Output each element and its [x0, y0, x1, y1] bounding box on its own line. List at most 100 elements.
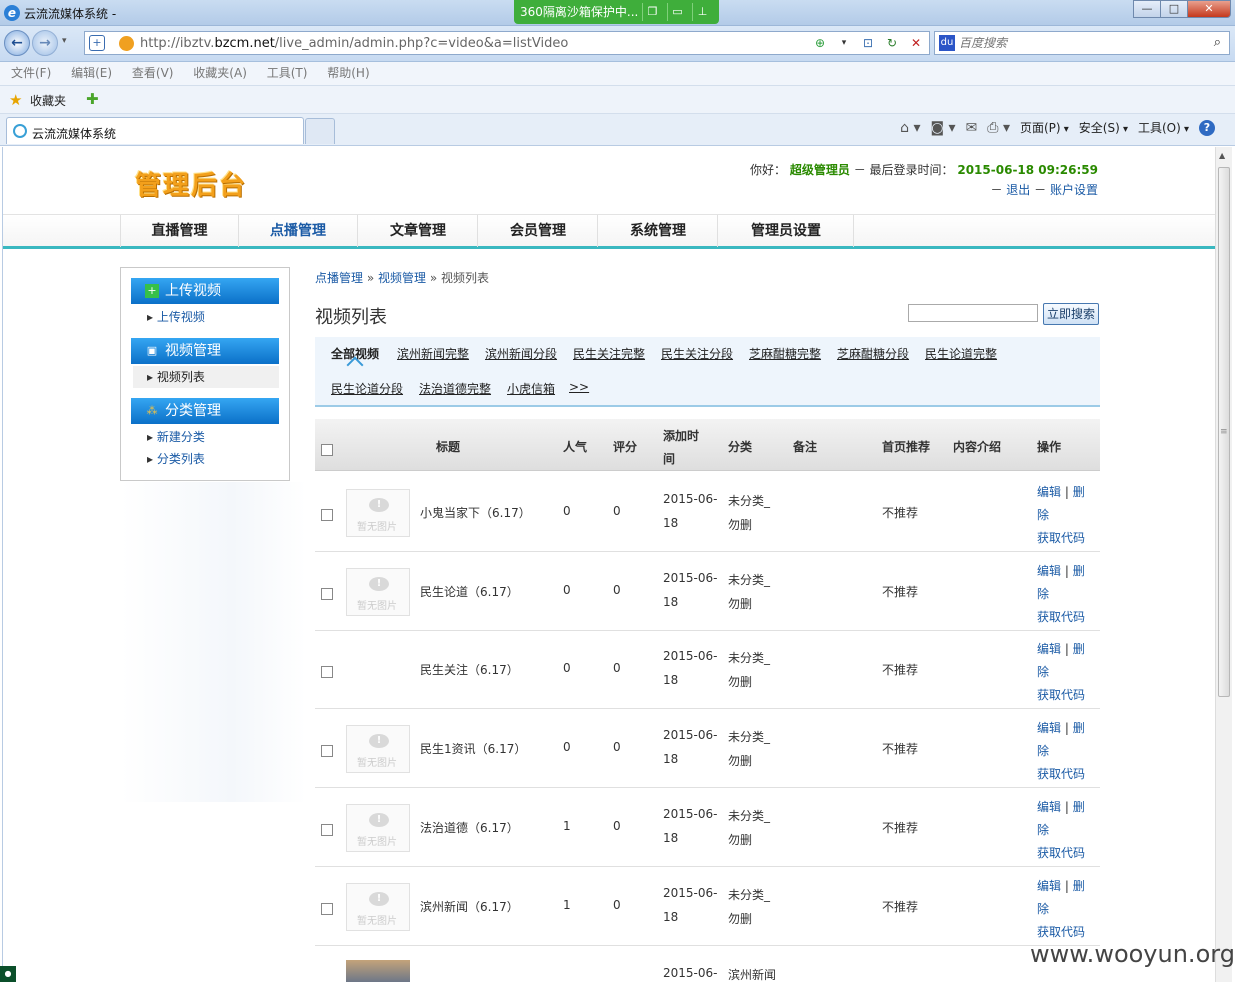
delete-link[interactable]: 删: [1073, 564, 1085, 578]
filter-item[interactable]: 小虎信箱: [507, 380, 555, 397]
video-thumbnail[interactable]: ! 暂无图片: [346, 489, 410, 537]
sidebar-item-category-list[interactable]: 分类列表: [147, 450, 205, 467]
row-checkbox[interactable]: [321, 745, 333, 758]
get-code-link[interactable]: 获取代码: [1037, 767, 1085, 781]
sidebar-head-category[interactable]: ⁂ 分类管理: [131, 398, 279, 424]
filter-item[interactable]: 民生论道分段: [331, 380, 403, 397]
history-dropdown-icon[interactable]: ▾: [62, 36, 67, 46]
refresh-icon[interactable]: ↻: [883, 35, 901, 51]
video-thumbnail[interactable]: ! 暂无图片: [346, 567, 410, 616]
delete-link[interactable]: 除: [1037, 587, 1049, 601]
row-checkbox[interactable]: [321, 823, 333, 836]
sandbox-indicator[interactable]: 360隔离沙箱保护中... ❐ ▭ ⊥: [514, 0, 719, 24]
stop-icon[interactable]: ✕: [907, 35, 925, 51]
filter-item[interactable]: 民生关注完整: [573, 345, 645, 362]
select-all-checkbox[interactable]: [321, 444, 333, 456]
delete-link[interactable]: 删: [1073, 642, 1085, 656]
filter-item[interactable]: 芝麻酣糖完整: [749, 345, 821, 362]
get-code-link[interactable]: 获取代码: [1037, 531, 1085, 545]
filter-item[interactable]: 芝麻酣糖分段: [837, 345, 909, 362]
delete-link[interactable]: 删: [1073, 879, 1085, 893]
tools-menu[interactable]: 工具(O): [1138, 119, 1189, 136]
nav-vod[interactable]: 点播管理: [239, 215, 358, 247]
edit-link[interactable]: 编辑: [1037, 485, 1061, 499]
video-search-input[interactable]: [908, 304, 1038, 322]
filter-item[interactable]: 滨州新闻完整: [397, 345, 469, 362]
nav-members[interactable]: 会员管理: [479, 215, 598, 247]
video-thumbnail[interactable]: [346, 960, 410, 982]
addon-icon[interactable]: ⊕: [811, 35, 829, 51]
feeds-icon[interactable]: ◙ ▾: [931, 120, 956, 136]
add-favorite-icon[interactable]: ✚: [86, 90, 99, 108]
nav-articles[interactable]: 文章管理: [359, 215, 478, 247]
compat-view-icon[interactable]: ⊡: [859, 35, 877, 51]
row-checkbox[interactable]: [321, 509, 333, 521]
tab-active[interactable]: 云流流媒体系统: [6, 117, 304, 144]
filter-item[interactable]: 滨州新闻分段: [485, 345, 557, 362]
sidebar-head-video[interactable]: ▣ 视频管理: [131, 338, 279, 364]
edit-link[interactable]: 编辑: [1037, 879, 1061, 893]
get-code-link[interactable]: 获取代码: [1037, 925, 1085, 939]
mail-icon[interactable]: ✉: [966, 120, 978, 136]
get-code-link[interactable]: 获取代码: [1037, 688, 1085, 702]
video-thumbnail[interactable]: ! 暂无图片: [346, 882, 410, 931]
get-code-link[interactable]: 获取代码: [1037, 846, 1085, 860]
favorites-star-icon[interactable]: ★: [9, 91, 22, 109]
delete-link[interactable]: 除: [1037, 744, 1049, 758]
back-button[interactable]: ←: [4, 30, 30, 56]
nav-live[interactable]: 直播管理: [120, 215, 239, 247]
url-text[interactable]: http://ibztv.bzcm.net/live_admin/admin.p…: [140, 36, 568, 51]
delete-link[interactable]: 删: [1073, 721, 1085, 735]
safety-menu[interactable]: 安全(S): [1079, 119, 1128, 136]
page-menu[interactable]: 页面(P): [1020, 119, 1069, 136]
print-icon[interactable]: ⎙ ▾: [987, 120, 1010, 136]
minimize-button[interactable]: —: [1133, 0, 1161, 18]
favorites-button[interactable]: 收藏夹: [30, 92, 66, 109]
vertical-scrollbar[interactable]: ▲ ≡: [1215, 147, 1232, 982]
crumb-vod[interactable]: 点播管理: [315, 271, 363, 285]
delete-link[interactable]: 除: [1037, 902, 1049, 916]
edit-link[interactable]: 编辑: [1037, 564, 1061, 578]
row-checkbox[interactable]: [321, 666, 333, 679]
row-checkbox[interactable]: [321, 587, 333, 600]
edit-link[interactable]: 编辑: [1037, 721, 1061, 735]
logout-link[interactable]: 退出: [1006, 183, 1030, 197]
account-settings-link[interactable]: 账户设置: [1050, 183, 1098, 197]
taskbar-corner-icon[interactable]: ●: [0, 966, 16, 982]
sidebar-head-upload[interactable]: + 上传视频: [131, 278, 279, 304]
sandbox-pin-icon[interactable]: ⊥: [692, 3, 712, 21]
video-thumbnail[interactable]: ! 暂无图片: [346, 803, 410, 852]
filter-item[interactable]: 法治道德完整: [419, 380, 491, 397]
get-code-link[interactable]: 获取代码: [1037, 610, 1085, 624]
search-now-button[interactable]: 立即搜索: [1043, 303, 1099, 325]
delete-link[interactable]: 删: [1073, 485, 1085, 499]
filter-more[interactable]: >>: [569, 380, 589, 394]
maximize-button[interactable]: □: [1160, 0, 1188, 18]
search-icon[interactable]: ⌕: [1214, 35, 1221, 50]
new-tab-button[interactable]: [305, 118, 335, 144]
edit-link[interactable]: 编辑: [1037, 800, 1061, 814]
row-checkbox[interactable]: [321, 902, 333, 915]
url-dropdown-icon[interactable]: ▾: [835, 35, 853, 51]
sandbox-copy-icon[interactable]: ❐: [642, 3, 662, 21]
search-input[interactable]: [959, 34, 1199, 52]
video-thumbnail[interactable]: ! 暂无图片: [346, 725, 410, 774]
menu-tools[interactable]: 工具(T): [267, 62, 308, 85]
delete-link[interactable]: 除: [1037, 508, 1049, 522]
home-icon[interactable]: ⌂ ▾: [900, 120, 920, 136]
menu-view[interactable]: 查看(V): [132, 62, 174, 85]
sidebar-item-new-category[interactable]: 新建分类: [147, 428, 205, 445]
help-icon[interactable]: ?: [1199, 119, 1215, 136]
sidebar-item-video-list[interactable]: 视频列表: [133, 366, 279, 388]
menu-edit[interactable]: 编辑(E): [71, 62, 112, 85]
scroll-up-icon[interactable]: ▲: [1219, 151, 1225, 160]
forward-button[interactable]: →: [32, 30, 58, 56]
delete-link[interactable]: 除: [1037, 823, 1049, 837]
nav-system[interactable]: 系统管理: [599, 215, 718, 247]
filter-item[interactable]: 民生关注分段: [661, 345, 733, 362]
security-shield-icon[interactable]: +: [89, 35, 105, 51]
search-box[interactable]: du ⌕: [934, 31, 1230, 55]
close-window-button[interactable]: ✕: [1187, 0, 1231, 18]
sandbox-folder-icon[interactable]: ▭: [667, 3, 687, 21]
address-field[interactable]: + http://ibztv.bzcm.net/live_admin/admin…: [84, 31, 930, 55]
